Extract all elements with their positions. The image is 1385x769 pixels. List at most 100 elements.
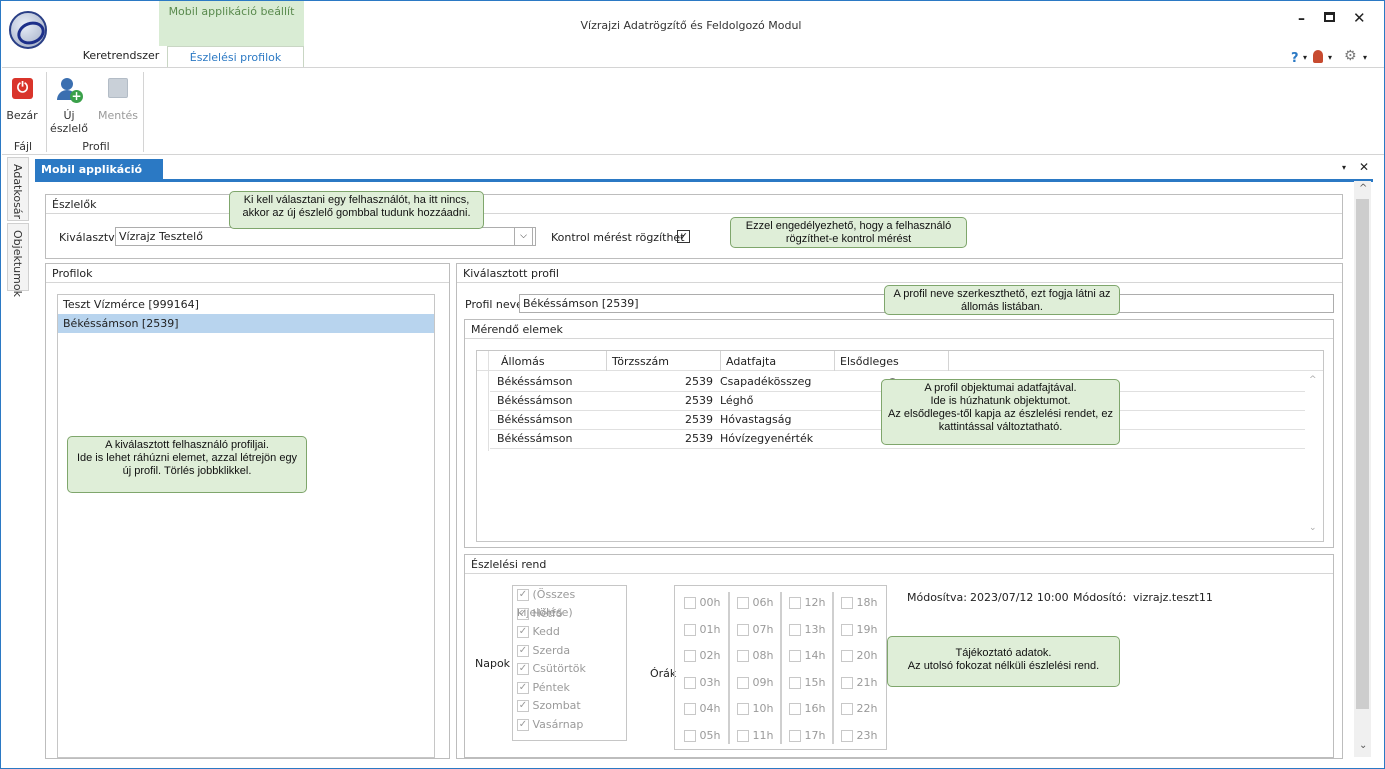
grid-scroll-down-icon[interactable]: ⌄ xyxy=(1309,523,1317,533)
app-window: Mobil applikáció beállít Vízrajzi Adatrö… xyxy=(0,0,1385,769)
ribbon-separator xyxy=(46,72,47,152)
group-label-file: Fájl xyxy=(13,140,33,153)
ribbon: ⏻ Bezár + Új észlelő Mentés Fájl Profil xyxy=(2,67,1384,155)
new-observer-label-1[interactable]: Új xyxy=(54,109,84,122)
modifier-value: vizrajz.teszt11 xyxy=(1133,591,1213,604)
hour-checkbox: 11h xyxy=(728,723,780,750)
close-button-label[interactable]: Bezár xyxy=(5,109,39,122)
grid-scroll-up-icon[interactable]: ^ xyxy=(1309,375,1317,385)
tab-eszlelesi-profilok[interactable]: Észlelési profilok xyxy=(167,46,304,68)
new-observer-label-2[interactable]: észlelő xyxy=(49,122,89,135)
user-icon[interactable] xyxy=(1313,50,1323,63)
observer-select[interactable]: Vízrajz Tesztelő xyxy=(115,227,536,246)
chevron-down-icon[interactable]: ⌵ xyxy=(514,227,533,246)
day-checkbox: ✓ Szerda xyxy=(517,643,571,657)
help-dropdown-icon[interactable]: ▾ xyxy=(1303,53,1307,62)
control-measure-label: Kontrol mérést rögzíthet xyxy=(551,231,685,244)
ribbon-separator xyxy=(143,72,144,152)
days-list: ✓ (Összes kijelölése) ✓ Hétfő ✓ Kedd ✓ S… xyxy=(512,585,627,741)
day-checkbox: ✓ Csütörtök xyxy=(517,662,586,675)
gear-icon[interactable]: ⚙ xyxy=(1344,48,1357,64)
document-tab-bar xyxy=(35,179,1373,182)
minimize-button[interactable]: – xyxy=(1298,11,1305,27)
hour-checkbox: 21h xyxy=(832,670,884,697)
side-tab-adatkosar[interactable]: Adatkosár xyxy=(7,157,29,221)
schedule-header: Észlelési rend xyxy=(465,555,1333,574)
profiles-list[interactable]: Teszt Vízmérce [999164] Békéssámson [253… xyxy=(57,294,435,758)
hour-checkbox: 20h xyxy=(832,643,884,670)
hour-checkbox: 19h xyxy=(832,617,884,644)
hour-checkbox: 02h xyxy=(675,643,727,670)
selected-profile-header: Kiválasztott profil xyxy=(457,264,1342,283)
save-button-label: Mentés xyxy=(97,109,139,122)
hour-checkbox: 09h xyxy=(728,670,780,697)
hour-checkbox: 12h xyxy=(780,590,832,617)
day-checkbox: ✓ Kedd xyxy=(517,625,560,638)
scroll-down-icon[interactable]: ⌄ xyxy=(1359,740,1367,751)
hour-checkbox: 10h xyxy=(728,696,780,723)
day-checkbox: ✓ Péntek xyxy=(517,680,570,694)
control-measure-checkbox[interactable]: ✓ xyxy=(677,229,690,243)
note-select-user: Ki kell választani egy felhasználót, ha … xyxy=(229,191,484,229)
maximize-button[interactable] xyxy=(1324,12,1335,22)
profile-name-label: Profil neve xyxy=(465,298,523,311)
hour-checkbox: 03h xyxy=(675,670,727,697)
column-header[interactable]: Adatfajta xyxy=(726,355,776,368)
side-tab-objektumok[interactable]: Objektumok xyxy=(7,223,29,297)
profiles-header: Profilok xyxy=(46,264,449,283)
column-header[interactable]: Törzsszám xyxy=(612,355,669,368)
tab-keretrendszer[interactable]: Keretrendszer xyxy=(81,49,161,62)
hour-checkbox: 04h xyxy=(675,696,727,723)
hour-checkbox: 01h xyxy=(675,617,727,644)
select-label: Kiválasztva xyxy=(59,231,122,244)
list-item-selected[interactable]: Békéssámson [2539] xyxy=(58,314,434,333)
modified-value: 2023/07/12 10:00 xyxy=(970,591,1069,604)
days-label: Napok xyxy=(475,657,511,670)
doc-dropdown-icon[interactable]: ▾ xyxy=(1342,163,1346,172)
note-info: Tájékoztató adatok. Az utolsó fokozat nél… xyxy=(887,636,1120,687)
hour-checkbox: 08h xyxy=(728,643,780,670)
note-profile-objects: A profil objektumai adatfajtával. Ide is … xyxy=(881,379,1120,445)
close-window-button[interactable]: ✕ xyxy=(1353,9,1366,27)
hours-label: Órák xyxy=(650,667,677,680)
hour-checkbox: 15h xyxy=(780,670,832,697)
modified-label: Módosítva: xyxy=(907,591,967,604)
measured-header: Mérendő elemek xyxy=(465,320,1333,339)
hour-checkbox: 06h xyxy=(728,590,780,617)
column-header[interactable]: Állomás xyxy=(501,355,545,368)
hour-checkbox: 07h xyxy=(728,617,780,644)
profiles-panel: Profilok Teszt Vízmérce [999164] Békéssá… xyxy=(45,263,450,759)
hour-checkbox: 14h xyxy=(780,643,832,670)
context-tab-title: Mobil applikáció beállít xyxy=(168,5,295,18)
save-icon xyxy=(108,78,128,98)
hour-checkbox: 18h xyxy=(832,590,884,617)
window-title: Vízrajzi Adatrögzítő és Feldolgozó Modul xyxy=(580,19,802,32)
settings-dropdown-icon[interactable]: ▾ xyxy=(1363,53,1367,62)
modifier-label: Módosító: xyxy=(1073,591,1127,604)
help-icon[interactable]: ? xyxy=(1291,51,1299,66)
hour-checkbox: 22h xyxy=(832,696,884,723)
day-checkbox: ✓ Vasárnap xyxy=(517,717,584,731)
hour-checkbox: 17h xyxy=(780,723,832,750)
scroll-up-icon[interactable]: ^ xyxy=(1359,183,1367,194)
group-label-profile: Profil xyxy=(82,140,110,153)
scroll-thumb[interactable] xyxy=(1356,199,1369,709)
list-item[interactable]: Teszt Vízmérce [999164] xyxy=(58,295,434,314)
hour-checkbox: 23h xyxy=(832,723,884,750)
hour-checkbox: 05h xyxy=(675,723,727,750)
day-checkbox: ✓ (Összes kijelölése) xyxy=(517,588,576,619)
hours-grid: 00h 01h 02h 03h 04h 05h 06h 07h 08h 09h … xyxy=(674,585,887,750)
app-logo[interactable] xyxy=(9,11,47,49)
document-tab[interactable]: Mobil applikáció beállít xyxy=(35,159,163,197)
hour-checkbox: 16h xyxy=(780,696,832,723)
hour-checkbox: 13h xyxy=(780,617,832,644)
note-profile-name: A profil neve szerkeszthető, ezt fogja l… xyxy=(884,285,1120,315)
power-icon[interactable]: ⏻ xyxy=(12,78,33,99)
day-checkbox: ✓ Szombat xyxy=(517,699,581,712)
user-dropdown-icon[interactable]: ▾ xyxy=(1328,53,1332,62)
doc-close-icon[interactable]: ✕ xyxy=(1359,160,1369,174)
note-control-measure: Ezzel engedélyezhető, hogy a felhasználó… xyxy=(730,217,967,248)
column-header[interactable]: Elsődleges xyxy=(840,355,899,368)
hour-checkbox: 00h xyxy=(675,590,727,617)
note-user-profiles: A kiválasztott felhasználó profiljai. Ide… xyxy=(67,436,307,493)
